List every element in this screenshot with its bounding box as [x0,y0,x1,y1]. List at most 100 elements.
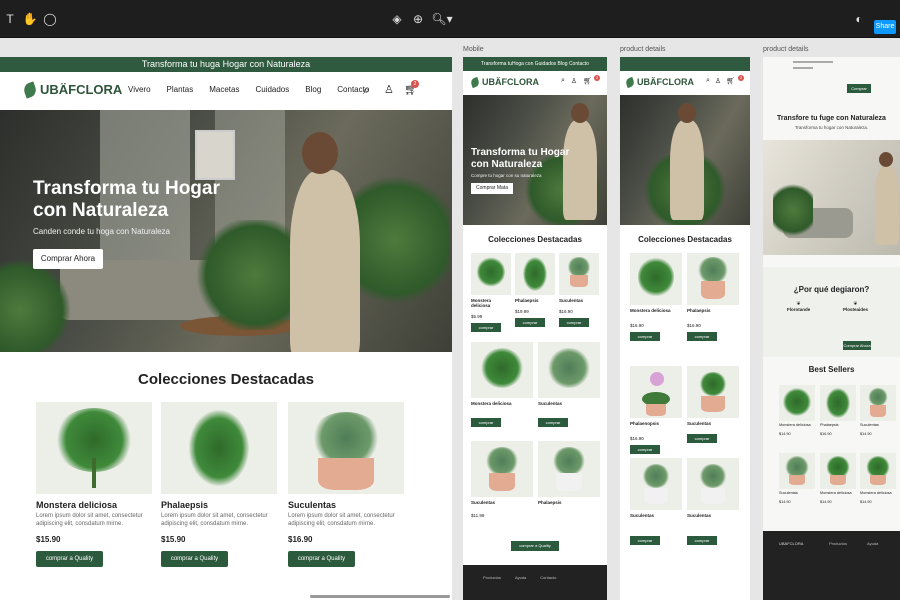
horizontal-scrollbar[interactable] [310,595,450,598]
buy-button[interactable]: comprar [687,332,717,341]
product-details-frame-2[interactable]: Comprar Transfore tu fuge con Naturaleza… [763,57,900,600]
frame-label-product-2[interactable]: product details [763,46,809,53]
site-logo[interactable]: UBÄFCLORA [21,80,122,99]
product-card[interactable]: Suculentas comprar [630,458,682,545]
main-nav: Vivero Plantas Macetas Cuidados Blog Con… [128,85,369,94]
buy-button[interactable]: comprar [471,418,501,427]
component-icon[interactable]: ◈ [389,11,405,27]
search-icon[interactable]: ⌕ [561,77,565,85]
nav-item-macetas[interactable]: Macetas [209,85,239,94]
product-price: $15.90 [36,534,61,544]
user-icon[interactable]: ♙ [384,83,394,96]
buy-button[interactable]: comprar [687,536,717,545]
editor-toolbar: T ✋ ◯ ◈ ⊕ 🔍︎▾ ◐ Share [0,0,900,38]
product-card[interactable]: Suculentas $14.90 [860,385,896,436]
product-image-phalaenopsis [161,402,277,494]
cart-icon[interactable]: 🛒︎ [726,77,735,85]
product-card[interactable]: Monstera deliciosa Lorem ipsum dolor sit… [36,402,152,567]
product-name: Suculentas [288,500,337,510]
hero-banner: Transforma tu Hogar con Naturaleza Cande… [0,110,452,352]
search-icon[interactable]: ⌕ [706,77,710,85]
product-details-frame[interactable]: UBÄFCLORA ⌕ ♙ 🛒︎ 2 Colecciones Destacada… [620,57,750,600]
mobile-section-title: Colecciones Destacadas [488,235,582,244]
mobile-footer: Productos Ayuda Contacto [463,565,607,600]
buy-button[interactable]: comprar a Quality [288,550,355,567]
product-card[interactable]: Phalaepsis $19.99 comprar [515,253,555,327]
buy-button[interactable]: comprar [538,418,568,427]
product-card[interactable]: Phalaepsis Lorem ipsum dolor sit amet, c… [161,402,277,567]
site-header: UBÄFCLORA Vivero Plantas Macetas Cuidado… [0,72,452,110]
load-more-button[interactable]: comprar a Quality [511,541,559,551]
product-card[interactable]: Suculentas $16.90 comprar [559,253,599,327]
cart-count-badge: 2 [594,75,600,81]
bestsellers-title: Best Sellers [808,365,855,374]
why-cta-button[interactable]: Comprar Ahora [843,341,871,350]
mobile-logo[interactable]: UBÄFCLORA [469,76,539,88]
frame-label-product[interactable]: product details [620,46,666,53]
buy-button[interactable]: comprar a Quality [161,550,228,567]
product-card[interactable]: Monstera deliciosa $14.90 [820,453,856,504]
buy-button[interactable]: comprar [515,318,545,327]
comment-tool-icon[interactable]: ◯ [42,11,58,27]
footer-logo[interactable]: UBÄFCLORA [779,541,803,546]
product-card[interactable]: Suculentas $14.90 [779,453,815,504]
product-card[interactable]: Suculentas comprar [687,458,739,545]
mobile-announcement-bar: Transforma tuHoga con Guidados Blog Cont… [463,57,607,71]
product-card[interactable]: Monstera deliciosa $14.90 [860,453,896,504]
zoom-dropdown-icon[interactable]: 🔍︎▾ [431,11,453,27]
theme-icon[interactable]: ◐ [851,11,867,27]
buy-button[interactable]: comprar [630,332,660,341]
mobile-hero-subtitle: Compre tu hogar con su naturaleza [471,173,542,178]
product-desc: Lorem ipsum dolor sit amet, consectetur … [161,513,268,527]
design-canvas[interactable]: Mobile product details product details T… [0,38,900,600]
desktop-frame[interactable]: Transforma tu huga Hogar con Naturaleza … [0,57,452,600]
hero-cta-button[interactable]: Comprar Ahora [33,249,103,269]
logo-leaf-icon [624,76,636,88]
buy-button[interactable]: comprar a Quality [36,550,103,567]
site-logo[interactable]: UBÄFCLORA [624,76,694,88]
product-card[interactable]: Phalaepsis $16.90 [820,385,856,436]
product-card[interactable]: Suculentas comprar [687,366,739,443]
buy-button[interactable]: comprar [630,445,660,454]
nav-item-plantas[interactable]: Plantas [167,85,194,94]
product-card[interactable]: Phalaenopsis $16.90 comprar [630,366,682,454]
product-name: Phalaepsis [161,500,209,510]
cart-icon[interactable]: 🛒︎ [583,77,592,85]
feature-item: ❦ Florotande [787,301,811,312]
search-icon[interactable]: ⌕ [363,83,370,98]
nav-item-blog[interactable]: Blog [305,85,321,94]
user-icon[interactable]: ♙ [571,77,577,85]
buy-button[interactable]: comprar [687,434,717,443]
hero-image [763,140,900,255]
buy-button[interactable]: comprar [559,318,589,327]
product-card[interactable]: Monstera deliciosa $14.90 [779,385,815,436]
product-card[interactable]: Phalaepsis [538,441,600,505]
footer: UBÄFCLORA Productos Ayuda [763,531,900,600]
feature-item: ❦ Plosteaides [843,301,869,312]
nav-item-cuidados[interactable]: Cuidados [255,85,289,94]
product-card[interactable]: Monstera deliciosa $16.90 comprar [630,253,682,341]
logo-leaf-icon [469,76,481,88]
hand-tool-icon[interactable]: ✋ [22,11,38,27]
product-desc: Lorem ipsum dolor sit amet, consectetur … [288,513,395,527]
frame-label-mobile[interactable]: Mobile [463,46,484,53]
mobile-frame[interactable]: Transforma tuHoga con Guidados Blog Cont… [463,57,607,600]
share-button[interactable]: Share [874,20,896,34]
product-card[interactable]: Suculentas comprar [538,342,600,427]
why-title: ¿Por qué degiaron? [793,285,870,294]
buy-button[interactable]: comprar [630,536,660,545]
top-buy-button[interactable]: Comprar [847,84,871,93]
product-card[interactable]: Phalaepsis $16.90 comprar [687,253,739,341]
mobile-hero-cta[interactable]: Comprar Mata [471,183,513,194]
product-card[interactable]: Monstera deliciosa comprar [471,342,533,427]
hero-title: Transforma tu Hogar con Naturaleza [33,178,220,221]
product-card[interactable]: Suculentas Lorem ipsum dolor sit amet, c… [288,402,404,567]
text-tool-icon[interactable]: T [2,11,18,27]
buy-button[interactable]: comprar [471,323,501,332]
hero-title: Transfore tu fuge con Naturaleza [777,115,886,122]
product-card[interactable]: Suculentas $11.99 [471,441,533,518]
nav-item-vivero[interactable]: Vivero [128,85,151,94]
product-card[interactable]: Monstera deliciosa $5.99 comprar [471,253,511,332]
user-icon[interactable]: ♙ [715,77,721,85]
zoom-icon[interactable]: ⊕ [410,11,426,27]
